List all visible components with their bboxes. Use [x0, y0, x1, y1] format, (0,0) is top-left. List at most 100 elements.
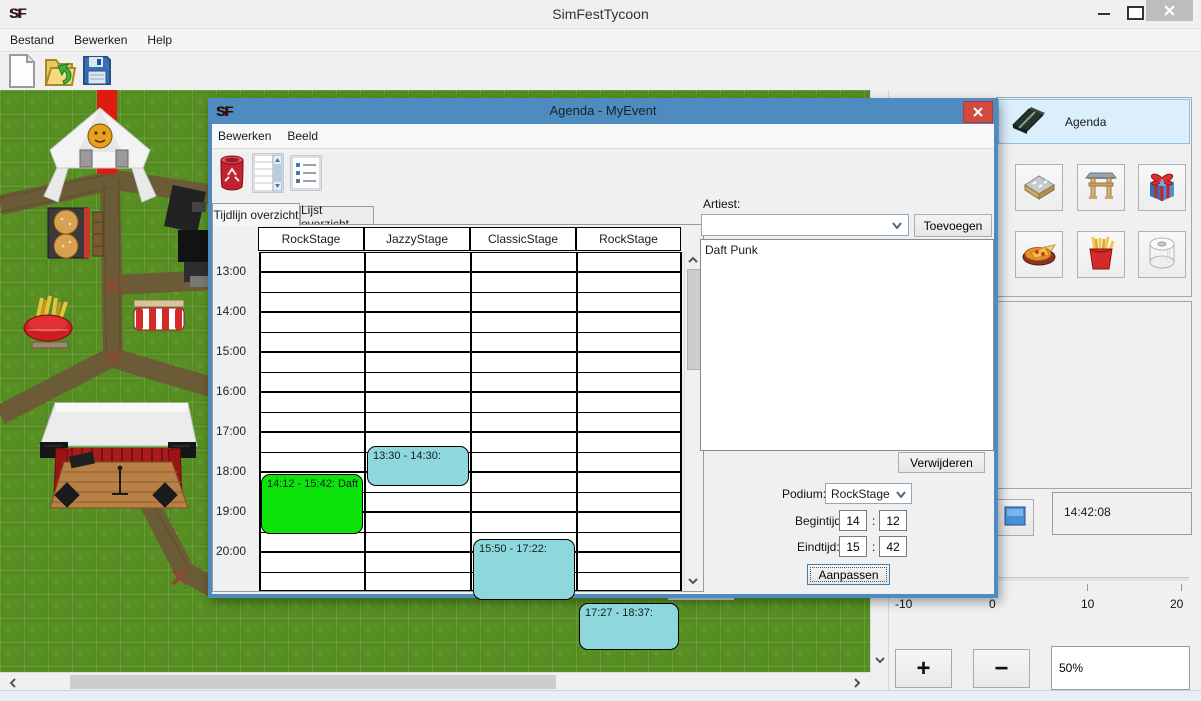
zoom-in-button[interactable]: +: [895, 649, 952, 688]
burger-stand[interactable]: [48, 208, 103, 258]
hour-label: 17:00: [216, 424, 246, 438]
artist-listbox[interactable]: Daft Punk: [700, 239, 994, 451]
save-file-icon[interactable]: [82, 55, 112, 89]
dialog-close-icon[interactable]: [963, 101, 993, 123]
app-window: SF SimFestTycoon Bestand Bewerken Help: [0, 0, 1201, 701]
end-minute-input[interactable]: [879, 536, 907, 557]
chevron-down-icon: [896, 487, 906, 501]
slider-label: -10: [895, 597, 912, 611]
end-hour-input[interactable]: [839, 536, 867, 557]
schedule-event[interactable]: 13:30 - 14:30:: [367, 446, 469, 486]
stage-header: ClassicStage: [470, 227, 576, 251]
tab-tijdlijn-overzicht[interactable]: Tijdlijn overzicht: [212, 203, 300, 226]
menu-bestand[interactable]: Bestand: [0, 33, 64, 47]
tool-toilet-paper-button[interactable]: [1138, 231, 1186, 278]
begin-hour-input[interactable]: [839, 510, 867, 531]
podium-dropdown-value: RockStage: [826, 487, 896, 501]
window-title: SimFestTycoon: [0, 6, 1201, 22]
main-stage[interactable]: [40, 403, 197, 508]
slider-label: 20: [1170, 597, 1183, 611]
schedule-grid[interactable]: 13:30 - 14:30: 14:12 - 15:42: Daft P 15:…: [259, 252, 682, 591]
hour-label: 14:00: [216, 304, 246, 318]
menu-bewerken[interactable]: Bewerken: [64, 33, 137, 47]
scrollbar-thumb[interactable]: [70, 675, 556, 689]
hour-label: 18:00: [216, 464, 246, 478]
hour-label: 15:00: [216, 344, 246, 358]
list-scroll-icon[interactable]: [252, 153, 284, 193]
scroll-down-icon[interactable]: [688, 577, 698, 585]
artist-list-item[interactable]: Daft Punk: [701, 240, 993, 257]
sidebar-item-agenda[interactable]: Agenda: [998, 99, 1190, 144]
minimize-icon[interactable]: [1098, 13, 1110, 15]
slider-label: 0: [989, 597, 996, 611]
scroll-down-icon[interactable]: [875, 656, 885, 664]
hour-label: 16:00: [216, 384, 246, 398]
gift-box-icon: [1144, 168, 1180, 207]
close-icon[interactable]: [1146, 0, 1193, 21]
main-toolbar: [0, 51, 1201, 90]
play-button[interactable]: [996, 499, 1034, 536]
artist-dropdown[interactable]: [701, 214, 909, 236]
menu-help[interactable]: Help: [137, 33, 182, 47]
apply-button[interactable]: Aanpassen: [807, 564, 890, 585]
dialog-menu-bar: Bewerken Beeld: [212, 124, 994, 149]
zoom-value-input[interactable]: [1051, 646, 1190, 690]
podium-dropdown[interactable]: RockStage: [825, 483, 912, 504]
dialog-menu-beeld[interactable]: Beeld: [279, 129, 326, 143]
schedule-event[interactable]: 14:12 - 15:42: Daft P: [261, 474, 363, 534]
dialog-content: Bewerken Beeld: [212, 124, 994, 594]
open-file-icon[interactable]: [44, 54, 76, 91]
scrollbar-thumb[interactable]: [687, 269, 701, 370]
tool-road-tile-button[interactable]: [1015, 164, 1063, 211]
dialog-title-bar[interactable]: SF Agenda - MyEvent: [208, 98, 998, 124]
schedule-scrollbar[interactable]: [684, 252, 701, 590]
dialog-title: Agenda - MyEvent: [208, 103, 998, 118]
time-colon: :: [872, 514, 875, 528]
notebook-icon: [1009, 105, 1047, 138]
play-icon: [1004, 506, 1026, 529]
delete-trash-icon[interactable]: [218, 155, 246, 195]
torii-gate-icon: [1084, 169, 1118, 206]
hour-label: 20:00: [216, 544, 246, 558]
column-divider: [470, 252, 472, 590]
bullet-list-icon[interactable]: [290, 155, 322, 191]
scroll-left-icon[interactable]: [9, 678, 17, 688]
schedule-event[interactable]: 15:50 - 17:22:: [473, 539, 575, 600]
bottom-strip: [0, 690, 1201, 701]
add-artist-button[interactable]: Toevoegen: [914, 214, 992, 237]
begin-time-label: Begintijd:: [795, 514, 844, 528]
striped-stand[interactable]: [134, 300, 184, 330]
zoom-out-button[interactable]: −: [973, 649, 1030, 688]
new-file-icon[interactable]: [8, 54, 36, 91]
end-time-label: Eindtijd:: [797, 540, 840, 554]
begin-minute-input[interactable]: [879, 510, 907, 531]
stage-header: RockStage: [258, 227, 364, 251]
schedule-event[interactable]: 17:27 - 18:37:: [579, 603, 679, 650]
map-horizontal-scrollbar[interactable]: [0, 672, 870, 691]
clock-value: 14:42:08: [1064, 505, 1111, 519]
agenda-dialog: SF Agenda - MyEvent Bewerken Beeld: [208, 98, 998, 598]
stage-header: JazzyStage: [364, 227, 470, 251]
scroll-up-icon[interactable]: [688, 256, 698, 264]
hour-label: 19:00: [216, 504, 246, 518]
scroll-right-icon[interactable]: [853, 678, 861, 688]
toilet-paper-icon: [1146, 236, 1178, 273]
title-bar: SF SimFestTycoon: [0, 0, 1201, 28]
hour-label: 13:00: [216, 264, 246, 278]
remove-artist-button[interactable]: Verwijderen: [898, 452, 985, 473]
column-divider: [364, 252, 366, 590]
timeline-panel: 13:00 14:00 15:00 16:00 17:00 18:00 19:0…: [212, 224, 704, 592]
fries-icon: [1086, 235, 1116, 274]
column-divider: [680, 252, 682, 590]
dialog-menu-bewerken[interactable]: Bewerken: [212, 129, 279, 143]
stage-header-row: RockStage JazzyStage ClassicStage RockSt…: [258, 227, 682, 251]
tool-gift-box-button[interactable]: [1138, 164, 1186, 211]
maximize-icon[interactable]: [1127, 6, 1144, 20]
time-colon: :: [872, 540, 875, 554]
tool-torii-gate-button[interactable]: [1077, 164, 1125, 211]
chevron-down-icon: [892, 218, 902, 232]
tool-fries-button[interactable]: [1077, 231, 1125, 278]
tool-pizza-button[interactable]: [1015, 231, 1063, 278]
road-tile-icon: [1021, 171, 1057, 204]
stage-header: RockStage: [576, 227, 681, 251]
